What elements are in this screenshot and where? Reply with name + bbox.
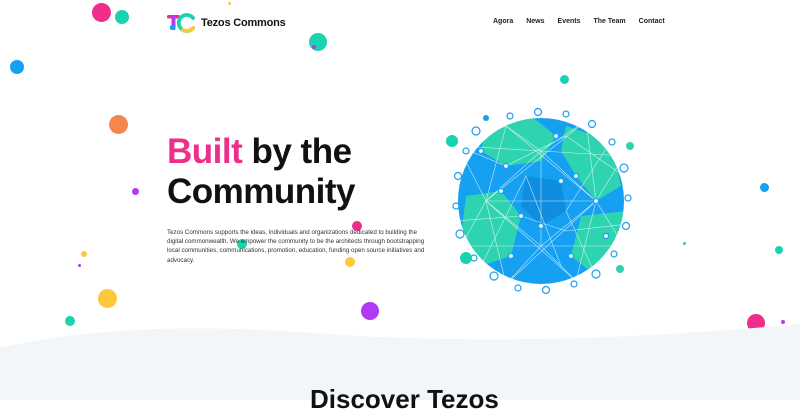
hero-title-rest: by the (242, 132, 352, 171)
hero-description: Tezos Commons supports the ideas, indivi… (167, 229, 425, 264)
nav-item-news[interactable]: News (526, 18, 544, 25)
decor-dot (775, 246, 783, 254)
decor-dot (98, 289, 117, 308)
hero-title-accent: Built (167, 132, 243, 171)
nav-item-events[interactable]: Events (558, 18, 581, 25)
decor-dot (81, 251, 87, 257)
decor-dot (10, 60, 24, 74)
main-nav: Agora News Events The Team Contact (493, 18, 678, 25)
tezos-commons-logo-icon (167, 13, 195, 33)
decor-dot (361, 302, 379, 320)
globe-network-illustration (446, 107, 634, 295)
hero-title-line2: Community (167, 172, 356, 211)
decor-dot (560, 75, 569, 84)
decor-dot (109, 115, 128, 134)
brand-logo-link[interactable]: Tezos Commons (167, 13, 286, 33)
nav-item-agora[interactable]: Agora (493, 18, 513, 25)
nav-item-contact[interactable]: Contact (639, 18, 665, 25)
hero-title: Built by the Community (167, 132, 467, 212)
decor-dot (760, 183, 769, 192)
decor-dot (132, 188, 139, 195)
brand-name: Tezos Commons (201, 17, 286, 29)
nav-item-the-team[interactable]: The Team (594, 18, 626, 25)
site-header: Tezos Commons Agora News Events The Team… (0, 0, 800, 46)
decor-dot (78, 264, 81, 267)
decor-dot (683, 242, 686, 245)
